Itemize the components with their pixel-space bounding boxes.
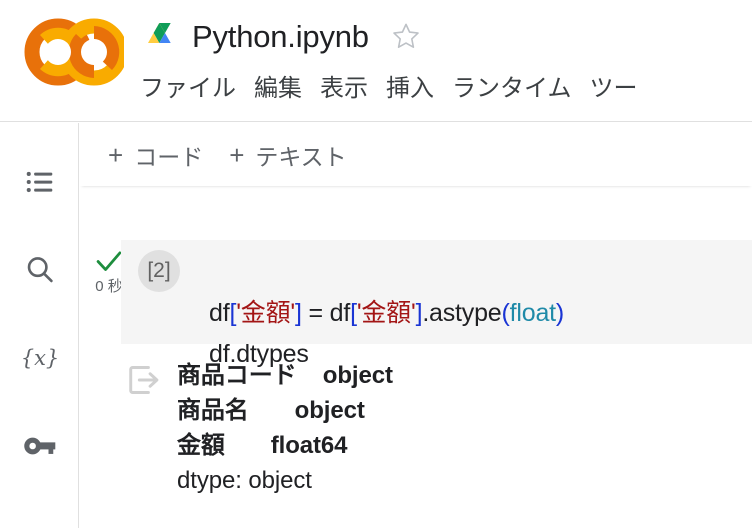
left-sidebar-rail: {x} [0,123,79,528]
menu-view[interactable]: 表示 [311,72,377,106]
menu-insert[interactable]: 挿入 [377,72,443,106]
sidebar-secrets[interactable] [13,419,67,473]
code-token: '金額' [356,299,416,327]
star-outline-icon[interactable] [391,21,421,51]
page-title[interactable]: Python.ipynb [192,21,369,52]
code-token: '金額' [236,299,295,327]
output-line: 商品コード object [177,362,393,389]
code-line: df['金額'] = df['金額'].astype(float) [209,293,564,334]
key-icon [23,433,57,459]
colab-app-window: Python.ipynb ファイル 編集 表示 挿入 ランタイム ツー x} +… [0,0,752,528]
menu-bar: ファイル 編集 表示 挿入 ランタイム ツー [140,72,647,106]
menu-file[interactable]: ファイル [140,72,245,106]
sidebar-variables[interactable]: {x} [13,331,67,385]
code-token: [ [350,299,357,327]
code-token: ] [294,299,302,327]
variables-icon: {x} [23,343,57,373]
colab-logo[interactable] [24,14,128,90]
output-arrow-icon [121,358,169,498]
notebook-main-area: + コード + テキスト 0 秒 [2] df['金額'] = df['金額']… [80,123,752,528]
code-token: ) [555,299,565,327]
add-code-cell-label: コード [134,143,204,170]
cell-run-button[interactable]: [2] [138,250,180,292]
add-text-cell-button[interactable]: + テキスト [229,138,347,172]
code-token: df [209,299,230,327]
cell-add-toolbar: + コード + テキスト [80,123,752,186]
output-line: 商品名 object [177,397,365,424]
plus-icon: + [108,139,124,170]
menu-runtime[interactable]: ランタイム [443,72,581,106]
add-text-cell-label: テキスト [255,143,347,170]
code-token: .astype [422,299,502,327]
menu-edit[interactable]: 編集 [245,72,311,106]
code-cell-editor[interactable]: [2] df['金額'] = df['金額'].astype(float) df.… [121,240,752,368]
menu-tools[interactable]: ツー [581,72,647,106]
document-title-row: Python.ipynb [148,10,421,62]
output-line: dtype: object [177,467,312,494]
list-icon [25,167,55,197]
code-token: float [509,299,556,327]
add-code-cell-button[interactable]: + コード [108,138,203,172]
search-icon [24,254,56,286]
plus-icon: + [229,139,245,170]
output-line: 金額 float64 [177,432,348,459]
sidebar-toc[interactable] [13,155,67,209]
code-token: = [301,299,330,327]
svg-text:{x}: {x} [23,346,57,370]
output-stream-text: 商品コード object 商品名 object 金額 float64 dtype: o… [177,358,393,498]
sidebar-search[interactable] [13,243,67,297]
google-drive-icon[interactable] [148,21,182,51]
notebook-scroll-area[interactable]: 0 秒 [2] df['金額'] = df['金額'].astype(float… [80,186,752,528]
code-token: ( [501,299,510,327]
app-header: Python.ipynb ファイル 編集 表示 挿入 ランタイム ツー [0,0,752,122]
cell-output: 商品コード object 商品名 object 金額 float64 dtype: o… [121,358,752,498]
code-token: df [329,299,351,327]
cell-execution-time: 0 秒 [95,278,123,295]
